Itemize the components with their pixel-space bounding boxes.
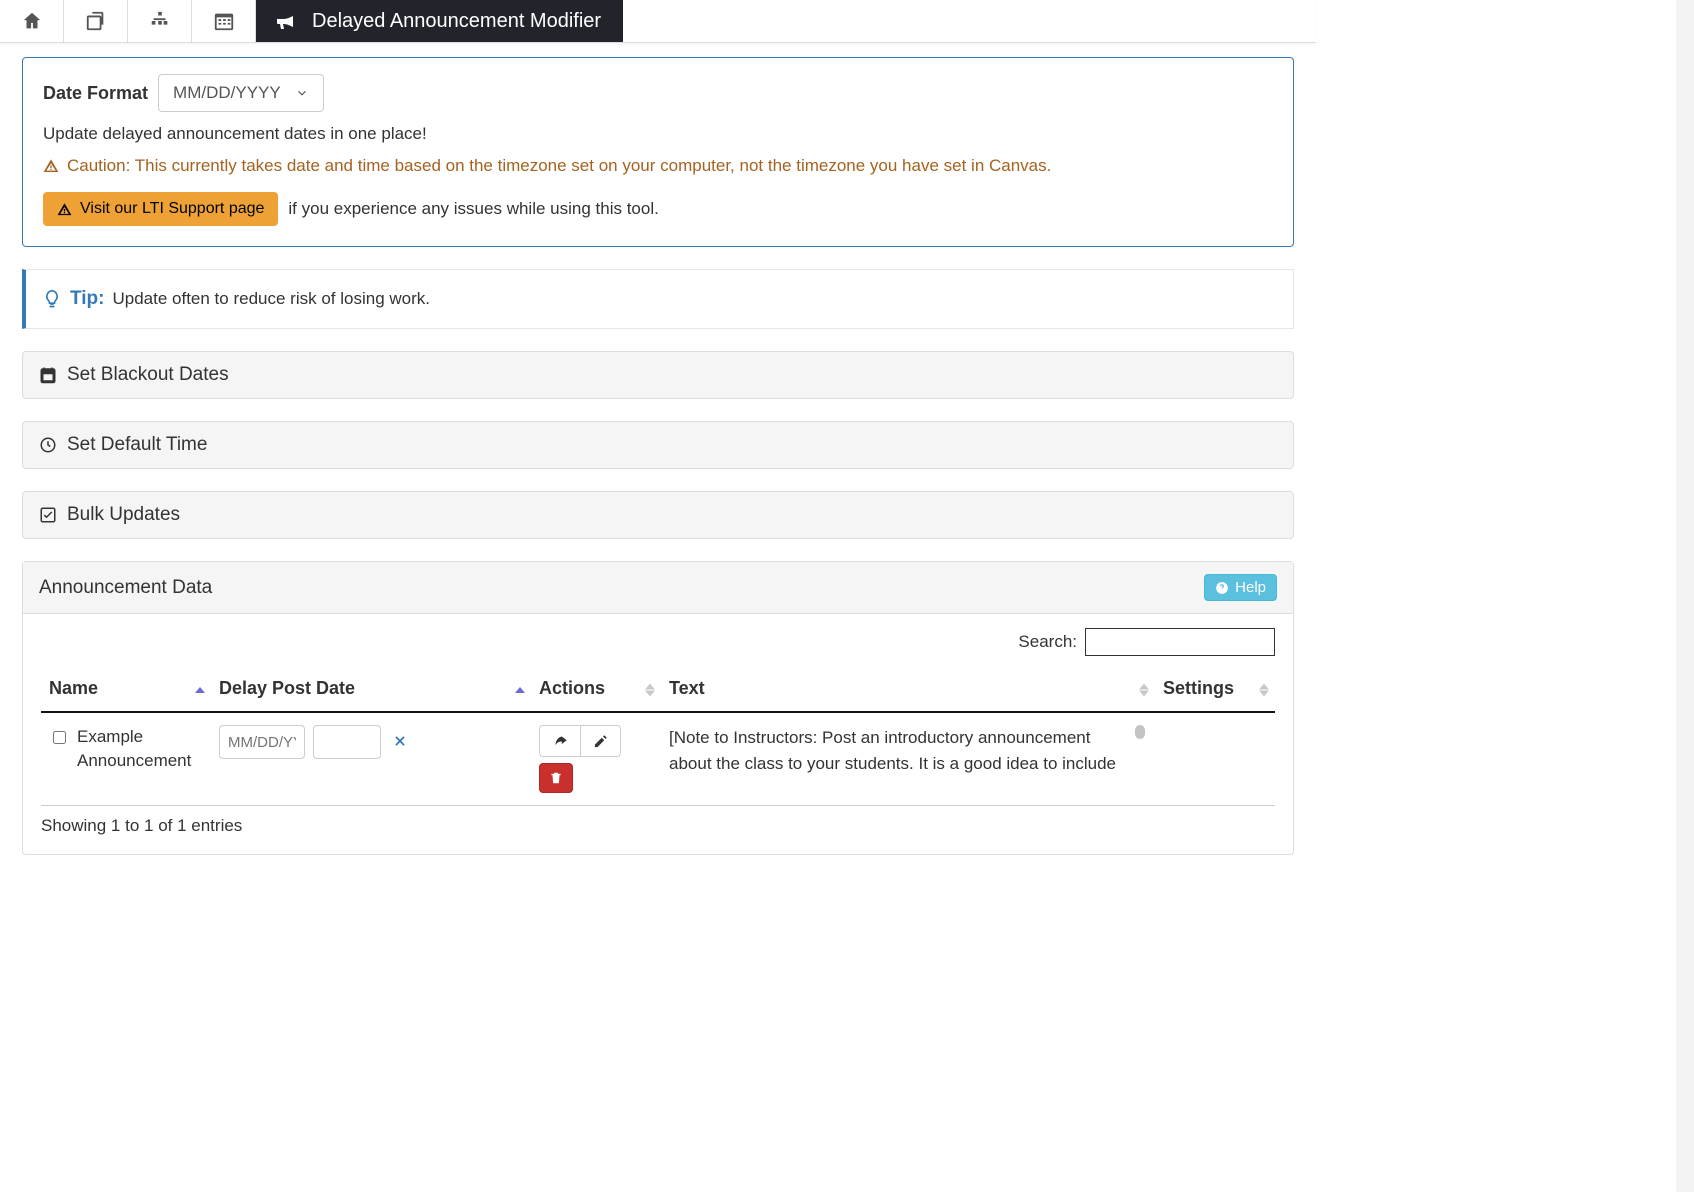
sort-desc-icon xyxy=(1139,690,1149,696)
page-scrollbar[interactable] xyxy=(1676,0,1694,1192)
date-format-select[interactable]: MM/DD/YYYY xyxy=(158,74,324,112)
accordion-bulk-label: Bulk Updates xyxy=(67,504,180,526)
accordion-bulk-updates[interactable]: Bulk Updates xyxy=(22,491,1294,539)
x-icon xyxy=(393,734,407,748)
table-row: Example Announcement xyxy=(41,712,1275,806)
col-settings[interactable]: Settings xyxy=(1155,668,1275,712)
clear-date-button[interactable] xyxy=(389,732,411,753)
warning-icon xyxy=(43,158,59,174)
nav-home[interactable] xyxy=(0,0,64,42)
info-panel: Date Format MM/DD/YYYY Update delayed an… xyxy=(22,57,1294,247)
sort-desc-icon xyxy=(645,690,655,696)
col-delay[interactable]: Delay Post Date xyxy=(211,668,531,712)
calendar-grid-icon xyxy=(213,10,235,32)
tip-box: Tip: Update often to reduce risk of losi… xyxy=(22,269,1294,329)
question-circle-icon xyxy=(1215,581,1229,595)
row-forward-button[interactable] xyxy=(540,726,580,756)
clock-icon xyxy=(39,436,57,454)
panel-description: Update delayed announcement dates in one… xyxy=(43,124,1273,144)
search-input[interactable] xyxy=(1085,628,1275,656)
scrollbar-thumb[interactable] xyxy=(1135,725,1145,739)
sitemap-icon xyxy=(149,10,171,32)
row-edit-button[interactable] xyxy=(580,726,620,756)
caution-text: Caution: This currently takes date and t… xyxy=(67,156,1051,176)
help-label: Help xyxy=(1235,579,1266,596)
sort-asc-icon xyxy=(515,687,525,693)
col-text[interactable]: Text xyxy=(661,668,1155,712)
accordion-blackout-dates[interactable]: Set Blackout Dates xyxy=(22,351,1294,399)
home-icon xyxy=(21,10,43,32)
announcement-data-title: Announcement Data xyxy=(39,577,212,599)
lti-support-button[interactable]: Visit our LTI Support page xyxy=(43,192,278,226)
delay-time-input[interactable] xyxy=(313,725,381,759)
nav-copy[interactable] xyxy=(64,0,128,42)
sort-asc-icon xyxy=(1259,683,1269,689)
table-showing-text: Showing 1 to 1 of 1 entries xyxy=(41,806,1275,836)
sort-asc-icon xyxy=(195,687,205,693)
check-square-icon xyxy=(39,506,57,524)
sort-asc-icon xyxy=(645,683,655,689)
top-nav: Delayed Announcement Modifier xyxy=(0,0,1316,43)
row-text: [Note to Instructors: Post an introducto… xyxy=(669,725,1129,779)
accordion-blackout-label: Set Blackout Dates xyxy=(67,364,229,386)
lti-button-label: Visit our LTI Support page xyxy=(80,200,264,218)
row-name: Example Announcement xyxy=(77,725,203,773)
nav-calendar[interactable] xyxy=(192,0,256,42)
help-button[interactable]: Help xyxy=(1204,574,1277,601)
sort-desc-icon xyxy=(1259,690,1269,696)
nav-active-tab[interactable]: Delayed Announcement Modifier xyxy=(256,0,623,42)
nav-sitemap[interactable] xyxy=(128,0,192,42)
calendar-icon xyxy=(39,366,57,384)
tip-text: Update often to reduce risk of losing wo… xyxy=(112,289,430,309)
caution-line: Caution: This currently takes date and t… xyxy=(43,156,1273,176)
row-text-scrollbar[interactable] xyxy=(1133,725,1147,779)
accordion-default-time[interactable]: Set Default Time xyxy=(22,421,1294,469)
nav-active-label: Delayed Announcement Modifier xyxy=(312,10,601,33)
lightbulb-icon xyxy=(42,289,62,309)
search-label: Search: xyxy=(1018,632,1077,652)
date-format-label: Date Format xyxy=(43,83,148,104)
chevron-down-icon xyxy=(295,86,309,100)
row-delete-button[interactable] xyxy=(539,763,573,793)
delay-date-input[interactable] xyxy=(219,725,305,759)
lti-tail-text: if you experience any issues while using… xyxy=(288,199,658,219)
col-actions[interactable]: Actions xyxy=(531,668,661,712)
tip-label: Tip: xyxy=(70,288,104,310)
trash-icon xyxy=(549,771,563,785)
announcement-data-panel: Announcement Data Help Search: Name xyxy=(22,561,1294,855)
warning-icon xyxy=(57,202,72,217)
accordion-default-time-label: Set Default Time xyxy=(67,434,207,456)
share-arrow-icon xyxy=(553,734,568,749)
announcement-table: Name Delay Post Date Actions xyxy=(41,668,1275,806)
row-checkbox[interactable] xyxy=(53,729,66,746)
sort-asc-icon xyxy=(1139,683,1149,689)
bullhorn-icon xyxy=(274,9,298,33)
pencil-icon xyxy=(593,734,608,749)
copy-icon xyxy=(85,10,107,32)
col-name[interactable]: Name xyxy=(41,668,211,712)
date-format-value: MM/DD/YYYY xyxy=(173,83,281,103)
